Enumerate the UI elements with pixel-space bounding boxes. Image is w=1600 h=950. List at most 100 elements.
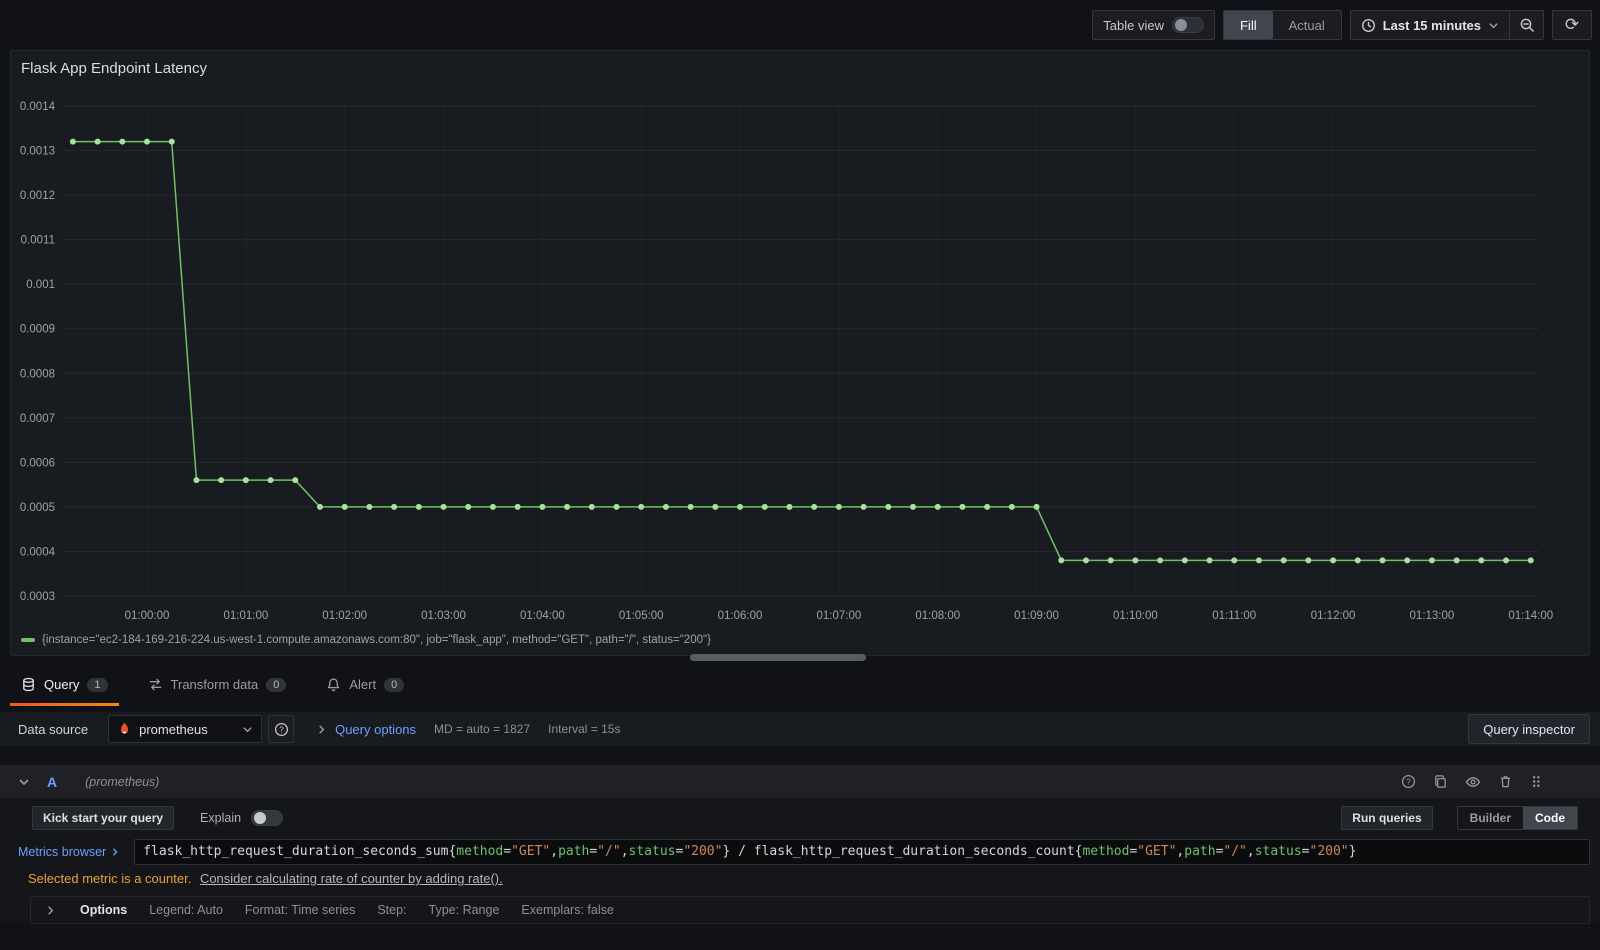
tab-alert-badge: 0	[384, 677, 405, 692]
svg-text:01:04:00: 01:04:00	[520, 610, 565, 622]
panel-edit-toolbar: Table view Fill Actual Last 15 minutes ⟳	[0, 0, 1600, 50]
query-editor-section: A (prometheus) ? Kick start your query E…	[0, 765, 1600, 924]
time-range-picker[interactable]: Last 15 minutes	[1351, 11, 1509, 39]
tab-transform-data[interactable]: Transform data 0	[137, 663, 298, 706]
datasource-picker[interactable]: prometheus	[108, 715, 263, 743]
info-circle-icon: ?	[1401, 774, 1416, 789]
tab-query-label: Query	[44, 677, 80, 692]
query-options-toggle[interactable]: Query options	[316, 722, 416, 737]
table-view-toggle[interactable]	[1171, 17, 1204, 33]
option-format: Format: Time series	[244, 903, 356, 917]
table-view-group: Table view	[1092, 10, 1215, 40]
legend-series-marker	[21, 638, 35, 642]
svg-text:0.0005: 0.0005	[20, 502, 55, 514]
chevron-right-icon	[113, 848, 118, 856]
actual-button[interactable]: Actual	[1273, 11, 1341, 39]
svg-text:0.0011: 0.0011	[21, 235, 55, 247]
max-data-points-text: MD = auto = 1827	[434, 722, 531, 736]
editor-tabs: Query 1 Transform data 0 Alert 0	[0, 663, 1600, 706]
promql-query-input[interactable]: flask_http_request_duration_seconds_sum{…	[134, 839, 1590, 865]
query-row-header[interactable]: A (prometheus) ?	[0, 765, 1600, 798]
svg-text:?: ?	[279, 725, 284, 734]
svg-text:0.001: 0.001	[26, 279, 55, 291]
remove-query-button[interactable]	[1498, 774, 1513, 789]
svg-text:0.0012: 0.0012	[20, 190, 55, 202]
query-toolbar-right: Run queries Builder Code	[1341, 806, 1578, 830]
builder-code-segmented: Builder Code	[1456, 806, 1578, 830]
grip-dots-icon	[1532, 776, 1540, 787]
svg-text:01:11:00: 01:11:00	[1212, 610, 1256, 622]
svg-text:01:08:00: 01:08:00	[915, 610, 960, 622]
counter-warning-row: Selected metric is a counter. Consider c…	[28, 871, 1590, 886]
latency-chart[interactable]: 0.0003 0.0004 0.0005 0.0006 0.0007 0.0008 0.00…	[11, 89, 1591, 634]
code-button[interactable]: Code	[1523, 807, 1577, 829]
metrics-browser-button[interactable]: Metrics browser	[18, 845, 120, 859]
svg-text:01:00:00: 01:00:00	[125, 610, 170, 622]
svg-text:01:05:00: 01:05:00	[619, 610, 664, 622]
chart-legend[interactable]: {instance="ec2-184-169-216-224.us-west-1…	[21, 634, 711, 646]
tab-query-badge: 1	[87, 677, 108, 692]
chevron-right-icon	[319, 725, 325, 733]
svg-text:0.0007: 0.0007	[20, 413, 55, 425]
svg-text:01:07:00: 01:07:00	[817, 610, 862, 622]
transform-icon	[148, 677, 163, 692]
svg-text:01:06:00: 01:06:00	[718, 610, 763, 622]
tab-transform-badge: 0	[266, 677, 287, 692]
warning-text: Selected metric is a counter.	[28, 871, 192, 886]
datasource-label: Data source	[18, 721, 89, 737]
kick-start-query-button[interactable]: Kick start your query	[32, 806, 175, 830]
run-queries-button[interactable]: Run queries	[1341, 806, 1433, 830]
query-options-label: Query options	[335, 721, 417, 737]
svg-text:01:10:00: 01:10:00	[1113, 610, 1158, 622]
panel-title: Flask App Endpoint Latency	[21, 60, 207, 77]
prometheus-icon	[121, 722, 129, 734]
collapse-chevron-icon[interactable]	[18, 776, 30, 788]
query-toolbar-row: Kick start your query Explain Run querie…	[32, 806, 1578, 830]
fill-button[interactable]: Fill	[1223, 11, 1273, 39]
query-options-summary[interactable]: Options Legend: Auto Format: Time series…	[30, 896, 1590, 924]
datasource-help-button[interactable]: ?	[268, 715, 295, 743]
svg-text:0.0006: 0.0006	[20, 457, 55, 469]
magnifier-minus-icon	[1520, 18, 1534, 32]
explain-toggle[interactable]	[251, 810, 284, 826]
bell-icon	[326, 677, 341, 692]
svg-text:0.0003: 0.0003	[20, 591, 55, 603]
eye-icon	[1465, 776, 1481, 787]
zoom-out-button[interactable]	[1509, 11, 1543, 39]
warning-rate-link[interactable]: Consider calculating rate of counter by …	[200, 871, 503, 886]
query-row-actions: ?	[1401, 774, 1542, 790]
svg-text:01:12:00: 01:12:00	[1311, 610, 1356, 622]
query-inspector-button[interactable]: Query inspector	[1468, 714, 1590, 744]
latency-panel: Flask App Endpoint Latency 0.0003 0.0004 0…	[10, 50, 1590, 656]
trash-icon	[1500, 776, 1511, 788]
svg-text:0.0008: 0.0008	[20, 368, 55, 380]
tab-query[interactable]: Query 1	[10, 663, 119, 706]
svg-text:01:13:00: 01:13:00	[1410, 610, 1455, 622]
option-exemplars: Exemplars: false	[521, 903, 614, 917]
duplicate-query-button[interactable]	[1433, 774, 1448, 789]
query-help-button[interactable]: ?	[1401, 774, 1416, 789]
datasource-row: Data source prometheus ? Query options M…	[0, 712, 1600, 746]
tab-alert[interactable]: Alert 0	[315, 663, 415, 706]
query-datasource-hint: (prometheus)	[85, 774, 160, 789]
tab-transform-label: Transform data	[170, 677, 259, 692]
copy-icon	[1435, 775, 1446, 788]
clock-icon	[1361, 18, 1375, 32]
legend-series-label: {instance="ec2-184-169-216-224.us-west-1…	[42, 634, 711, 646]
chevron-right-icon	[48, 906, 54, 914]
chevron-down-icon	[243, 726, 252, 732]
svg-text:01:03:00: 01:03:00	[421, 610, 466, 622]
options-title: Options	[80, 903, 128, 917]
horizontal-scrollbar-thumb[interactable]	[690, 654, 866, 661]
svg-text:01:14:00: 01:14:00	[1508, 610, 1553, 622]
svg-text:01:02:00: 01:02:00	[322, 610, 367, 622]
svg-text:0.0004: 0.0004	[20, 546, 56, 558]
svg-text:01:09:00: 01:09:00	[1014, 610, 1059, 622]
fill-actual-segmented: Fill Actual	[1222, 10, 1342, 40]
builder-button[interactable]: Builder	[1458, 807, 1523, 829]
query-ref-id: A	[47, 773, 58, 790]
chevron-down-icon	[1489, 22, 1498, 28]
hide-query-button[interactable]	[1465, 774, 1481, 790]
drag-handle[interactable]	[1530, 774, 1542, 789]
refresh-button[interactable]: ⟳	[1552, 10, 1592, 40]
